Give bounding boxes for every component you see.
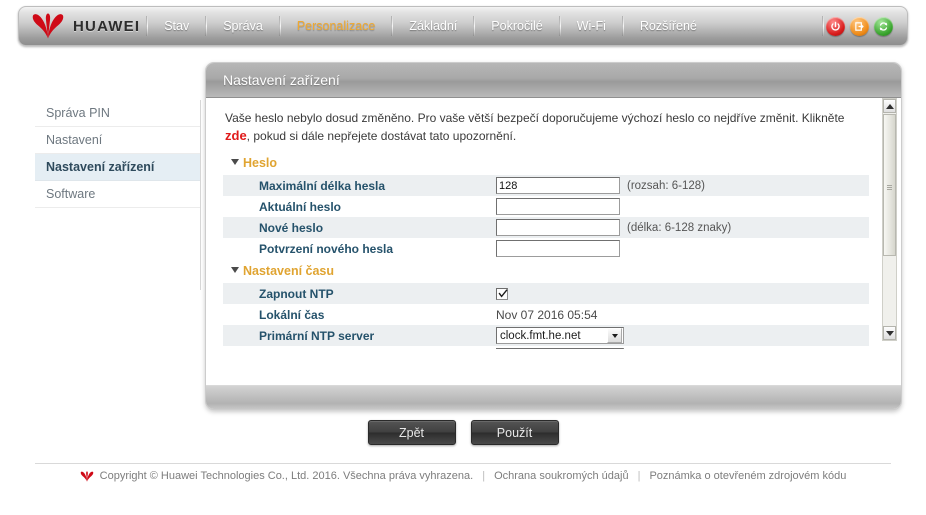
group-title-nastaveni-casu: Nastavení času	[243, 264, 335, 278]
password-change-notice: Vaše heslo nebylo dosud změněno. Pro vaš…	[223, 106, 869, 151]
page-footer: Copyright © Huawei Technologies Co., Ltd…	[0, 470, 926, 482]
label-enable-ntp: Zapnout NTP	[259, 286, 334, 301]
nav-divider	[621, 16, 624, 36]
notice-text-before: Vaše heslo nebylo dosud změněno. Pro vaš…	[225, 111, 845, 125]
scrollable-content: Vaše heslo nebylo dosud změněno. Pro vaš…	[223, 106, 869, 349]
row-primary-ntp-server: Primární NTP server clock.fmt.he.net	[223, 325, 869, 346]
nav-item-wifi[interactable]: Wi-Fi	[563, 15, 620, 37]
nav-item-rozsirene[interactable]: Rozšířené	[626, 15, 711, 37]
checkmark-icon	[498, 288, 508, 298]
row-current-password: Aktuální heslo	[223, 196, 869, 217]
back-button[interactable]: Zpět	[367, 420, 456, 445]
footer-divider	[35, 463, 891, 464]
row-confirm-password: Potvrzení nového hesla	[223, 238, 869, 259]
label-primary-ntp-server: Primární NTP server	[259, 328, 375, 343]
chevron-up-icon	[885, 103, 894, 109]
vertical-scrollbar[interactable]	[882, 98, 897, 341]
nav-divider	[278, 16, 281, 36]
power-icon[interactable]	[826, 16, 845, 36]
sidebar: Správa PIN Nastavení Nastavení zařízení …	[35, 100, 201, 290]
value-enable-ntp	[496, 287, 869, 300]
huawei-flower-logo-small	[80, 470, 93, 482]
refresh-icon[interactable]	[874, 16, 893, 36]
label-current-password: Aktuální heslo	[259, 199, 342, 214]
row-max-password-length: Maximální délka hesla (rozsah: 6-128)	[223, 175, 869, 196]
caret-down-icon	[231, 159, 239, 165]
label-local-time: Lokální čas	[259, 307, 325, 322]
footer-separator: |	[637, 470, 641, 482]
notice-link-zde[interactable]: zde	[225, 128, 247, 143]
sidebar-item-nastaveni[interactable]: Nastavení	[35, 127, 200, 154]
confirm-password-input[interactable]	[496, 240, 620, 257]
action-button-row: Zpět Použít	[0, 420, 926, 445]
nav-divider	[558, 16, 561, 36]
caret-down-icon	[231, 267, 239, 273]
footer-copyright: Copyright © Huawei Technologies Co., Ltd…	[99, 470, 474, 482]
label-new-password: Nové heslo	[259, 220, 324, 235]
footer-link-opensource[interactable]: Poznámka o otevřeném zdrojovém kódu	[649, 470, 846, 482]
value-new-password: (délka: 6-128 znaky)	[496, 219, 869, 236]
primary-ntp-server-select[interactable]: clock.fmt.he.net	[496, 327, 624, 344]
nav-icon-group	[826, 16, 907, 36]
nav-divider	[473, 16, 476, 36]
label-confirm-password: Potvrzení nového hesla	[259, 241, 394, 256]
local-time-value: Nov 07 2016 05:54	[496, 307, 598, 322]
nav-item-stav[interactable]: Stav	[150, 15, 203, 37]
logout-icon[interactable]	[850, 16, 869, 36]
scrollbar-thumb[interactable]	[883, 114, 896, 256]
row-local-time: Lokální čas Nov 07 2016 05:54	[223, 304, 869, 325]
huawei-flower-logo	[32, 13, 64, 39]
nav-divider	[205, 16, 208, 36]
group-header-nastaveni-casu[interactable]: Nastavení času	[223, 259, 869, 283]
row-enable-ntp: Zapnout NTP	[223, 283, 869, 304]
current-password-input[interactable]	[496, 198, 620, 215]
max-password-length-input[interactable]	[496, 177, 620, 194]
footer-link-privacy[interactable]: Ochrana soukromých údajů	[494, 470, 629, 482]
value-confirm-password	[496, 240, 869, 257]
nav-divider	[822, 16, 824, 36]
nav-item-sprava[interactable]: Správa	[209, 15, 277, 37]
chevron-down-icon	[885, 330, 894, 336]
secondary-ntp-server-select[interactable]: clock.nyc.he.net	[496, 348, 624, 349]
group-header-heslo[interactable]: Heslo	[223, 151, 869, 175]
row-secondary-ntp-server: Sekundární NTP server clock.nyc.he.net	[223, 346, 869, 349]
scrollbar-up-button[interactable]	[883, 99, 896, 113]
group-title-heslo: Heslo	[243, 156, 278, 170]
primary-ntp-server-value: clock.fmt.he.net	[500, 329, 581, 342]
value-max-password-length: (rozsah: 6-128)	[496, 177, 869, 194]
sidebar-item-software[interactable]: Software	[35, 181, 200, 208]
value-local-time: Nov 07 2016 05:54	[496, 308, 869, 322]
enable-ntp-checkbox[interactable]	[496, 287, 508, 300]
new-password-input[interactable]	[496, 219, 620, 236]
panel-footer-strip	[206, 385, 901, 409]
sidebar-item-sprava-pin[interactable]: Správa PIN	[35, 100, 200, 127]
value-secondary-ntp-server: clock.nyc.he.net	[496, 348, 869, 349]
panel-title: Nastavení zařízení	[206, 63, 901, 98]
apply-button[interactable]: Použít	[470, 420, 559, 445]
brand-logo[interactable]: HUAWEI	[19, 13, 144, 39]
row-new-password: Nové heslo (délka: 6-128 znaky)	[223, 217, 869, 238]
notice-text-after: , pokud si dále nepřejete dostávat tato …	[246, 129, 517, 143]
nav-item-pokrocile[interactable]: Pokročilé	[477, 15, 556, 37]
scrollbar-grip	[887, 185, 892, 190]
scrollbar-down-button[interactable]	[883, 326, 896, 340]
settings-panel: Nastavení zařízení Vaše heslo nebylo dos…	[205, 62, 902, 410]
nav-divider	[391, 16, 394, 36]
nav-item-personalizace[interactable]: Personalizace	[283, 15, 390, 37]
top-navigation-bar: HUAWEI Stav Správa Personalizace Základn…	[18, 6, 908, 46]
nav-divider	[146, 16, 149, 36]
hint-new-password: (délka: 6-128 znaky)	[627, 221, 732, 234]
value-primary-ntp-server: clock.fmt.he.net	[496, 327, 869, 344]
chevron-down-icon[interactable]	[607, 328, 622, 343]
brand-name: HUAWEI	[73, 17, 141, 35]
hint-max-password-length: (rozsah: 6-128)	[627, 179, 705, 192]
value-current-password	[496, 198, 869, 215]
footer-separator: |	[482, 470, 486, 482]
panel-body: Vaše heslo nebylo dosud změněno. Pro vaš…	[206, 98, 901, 385]
nav-item-zakladni[interactable]: Základní	[395, 15, 471, 37]
sidebar-item-nastaveni-zarizeni[interactable]: Nastavení zařízení	[35, 154, 200, 181]
label-max-password-length: Maximální délka hesla	[259, 178, 386, 193]
